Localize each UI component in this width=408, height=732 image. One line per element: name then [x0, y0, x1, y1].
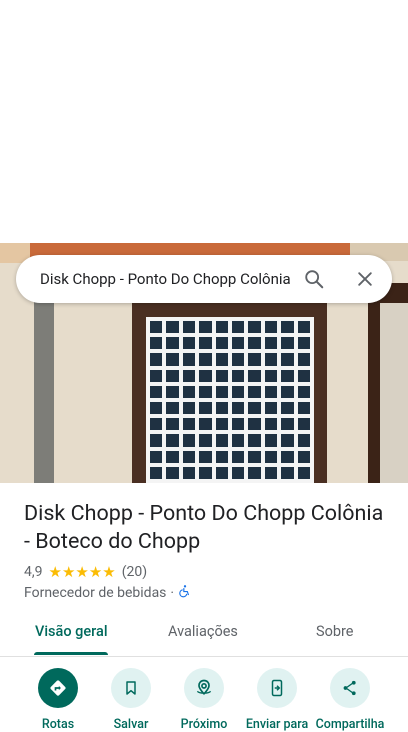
send-to-phone-icon — [257, 668, 297, 708]
place-title: Disk Chopp - Ponto Do Chopp Colônia - Bo… — [24, 501, 384, 554]
photo-glass-block-wall — [146, 317, 314, 483]
review-count[interactable]: (20) — [122, 564, 147, 580]
nearby-button[interactable]: Próximo — [164, 668, 244, 732]
nearby-label: Próximo — [180, 717, 228, 732]
separator-dot: · — [170, 585, 175, 601]
search-icon[interactable] — [302, 267, 326, 291]
active-tab-indicator — [34, 652, 108, 655]
rating-value: 4,9 — [24, 564, 43, 580]
share-button[interactable]: Compartilha — [310, 668, 390, 732]
action-buttons: Rotas Salvar Próximo Enviar para Compart… — [0, 668, 408, 732]
place-tabs: Visão geral Avaliações Sobre — [0, 612, 408, 657]
tab-reviews[interactable]: Avaliações — [168, 612, 238, 654]
save-button[interactable]: Salvar — [91, 668, 171, 732]
accessibility-icon — [178, 584, 192, 602]
save-label: Salvar — [113, 717, 149, 732]
nearby-icon — [184, 668, 224, 708]
send-to-phone-label: Enviar para — [245, 717, 309, 732]
directions-button[interactable]: Rotas — [18, 668, 98, 732]
close-icon[interactable] — [353, 267, 377, 291]
share-icon — [330, 668, 370, 708]
tab-about[interactable]: Sobre — [316, 612, 354, 654]
place-category: Fornecedor de bebidas — [24, 585, 167, 601]
search-bar[interactable]: Disk Chopp - Ponto Do Chopp Colônia - Bo… — [16, 255, 392, 303]
bookmark-icon — [111, 668, 151, 708]
map-area[interactable] — [0, 0, 408, 243]
tab-overview[interactable]: Visão geral — [35, 612, 108, 654]
share-label: Compartilha — [315, 717, 385, 732]
photo-pole — [34, 278, 54, 483]
search-query-text[interactable]: Disk Chopp - Ponto Do Chopp Colônia - Bo… — [40, 255, 290, 303]
send-to-phone-button[interactable]: Enviar para — [237, 668, 317, 732]
rating-row[interactable]: 4,9 ★★★★★ (20) — [24, 563, 147, 581]
category-row: Fornecedor de bebidas · — [24, 584, 192, 602]
directions-label: Rotas — [41, 717, 75, 732]
rating-stars: ★★★★★ — [48, 563, 116, 581]
photo-wall-right-light — [380, 303, 408, 483]
directions-icon — [38, 668, 78, 708]
